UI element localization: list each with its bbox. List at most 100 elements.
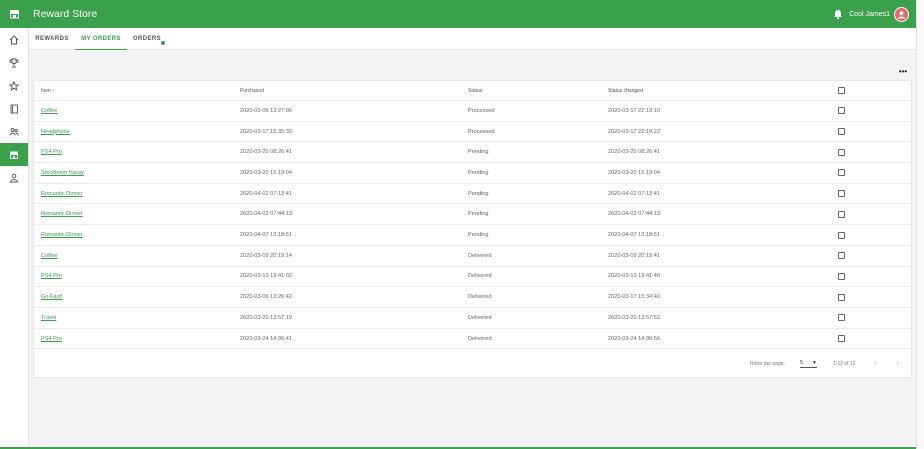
item-link[interactable]: Romantic Dinner [41,232,83,238]
item-link[interactable]: Coffee [41,108,57,114]
item-link[interactable]: Stockholm Vacay [41,170,84,176]
row-checkbox[interactable] [838,122,845,142]
status-cell: Delivered [468,294,492,301]
item-link[interactable]: PS4 Pro [41,149,62,155]
row-checkbox[interactable] [838,205,845,225]
status-cell: Pending [468,149,489,156]
chevron-left-icon[interactable]: ‹ [874,359,877,367]
status-cell: Delivered [468,314,492,321]
pagination-range: 1-12 of 12 [833,361,856,367]
status-cell: Delivered [468,252,492,259]
book-icon [10,104,18,113]
status-cell: Delivered [468,335,492,342]
purchased-cell: 2020-03-06 13:27:06 [240,107,292,114]
status-changed-cell: 2020-03-20 15:19:04 [608,169,660,176]
status-changed-cell: 2020-03-24 14:36:56 [608,335,660,342]
purchased-cell: 2020-03-06 13:26:42 [240,294,292,301]
avatar[interactable] [894,6,909,22]
tab-orders[interactable]: ORDERS [127,28,167,50]
row-checkbox[interactable] [838,225,845,245]
purchased-cell: 2020-03-24 14:36:41 [240,335,292,342]
purchased-cell: 2020-03-09 20:19:14 [240,252,292,259]
table-row: Travel 2020-03-20 13:57:19 Delivered 2020-0… [34,308,911,329]
purchased-cell: 2020-03-20 15:19:04 [240,169,292,176]
purchased-cell: 2020-04-02 07:12:41 [240,190,292,197]
row-checkbox[interactable] [838,184,845,204]
status-cell: Pending [468,169,489,176]
purchased-cell: 2020-03-20 13:57:19 [240,314,292,321]
table-row: Coffee 2020-03-06 13:27:06 Processed 2020-0… [34,101,911,122]
table-row: Stockholm Vacay 2020-03-20 15:19:04 Pendin… [34,163,911,184]
purchased-cell: 2020-03-17 15:35:39 [240,128,292,135]
table-header: Item ↑ Purchased Status Status changed [34,81,911,101]
item-link[interactable]: Headphone [41,129,70,135]
table-row: Romantic Dinner 2020-04-07 13:18:51 Pendin… [34,225,911,246]
app-title: Reward Store [33,8,98,20]
status-changed-cell: 2020-03-17 22:19:22 [608,128,660,135]
sidebar [0,28,29,447]
row-checkbox[interactable] [838,142,845,162]
row-checkbox[interactable] [838,308,845,328]
header-status[interactable]: Status [468,81,482,100]
item-link[interactable]: Romantic Dinner [41,211,83,217]
status-changed-cell: 2020-03-17 22:19:10 [608,107,660,114]
sidebar-item-library[interactable] [0,97,28,120]
store-icon [10,151,18,159]
sidebar-item-home[interactable] [0,28,28,51]
user-name[interactable]: Cool James1 [849,11,890,18]
rows-per-page-label: Rows per page: [750,361,786,367]
app-header: Reward Store Cool James1 [0,0,916,28]
star-icon [9,80,19,91]
row-checkbox[interactable] [838,163,845,183]
sidebar-item-achievements[interactable] [0,51,28,74]
scrollbar[interactable] [916,0,924,449]
header-status-changed[interactable]: Status changed [608,81,643,100]
status-changed-cell: 2020-04-03 07:44:13 [608,211,660,218]
table-row: Coffee 2020-03-09 20:19:14 Delivered 2020-0… [34,246,911,267]
home-icon [9,34,19,44]
status-cell: Pending [468,190,489,197]
table-row: Go Fast! 2020-03-06 13:26:42 Delivered 2020… [34,287,911,308]
orders-table: Item ↑ Purchased Status Status changed C… [34,81,911,377]
rows-per-page-select[interactable]: 5 ▼ [800,359,817,368]
team-icon [9,127,19,136]
item-link[interactable]: PS4 Pro [41,336,62,342]
sidebar-item-team[interactable] [0,120,28,143]
row-checkbox[interactable] [838,267,845,287]
tab-rewards[interactable]: REWARDS [29,28,75,50]
table-pagination: Rows per page: 5 ▼ 1-12 of 12 ‹ › [34,353,911,377]
header-purchased[interactable]: Purchased [240,81,264,100]
row-checkbox[interactable] [838,287,845,307]
table-row: PS4 Pro 2020-03-24 14:36:41 Delivered 2020-… [34,329,911,350]
item-link[interactable]: PS4 Pro [41,273,62,279]
item-link[interactable]: Travel [41,315,56,321]
purchased-cell: 2020-03-13 13:41:02 [240,273,292,280]
header-item[interactable]: Item ↑ [41,81,55,100]
storefront-icon[interactable] [0,0,28,28]
purchased-cell: 2020-03-20 08:26:41 [240,149,292,156]
purchased-cell: 2020-04-03 07:44:13 [240,211,292,218]
table-row: Romantic Dinner 2020-04-03 07:44:13 Pendin… [34,205,911,226]
sidebar-item-profile[interactable] [0,166,28,189]
tab-orders-label: ORDERS [132,36,162,42]
item-link[interactable]: Romantic Dinner [41,191,83,197]
row-checkbox[interactable] [838,101,845,121]
select-all-checkbox[interactable] [838,81,845,100]
status-changed-cell: 2020-04-02 07:12:41 [608,190,660,197]
chevron-right-icon[interactable]: › [896,359,899,367]
status-changed-cell: 2020-03-20 08:26:41 [608,149,660,156]
item-link[interactable]: Go Fast! [41,294,62,300]
tab-bar: REWARDS MY ORDERS ORDERS [29,28,916,50]
table-row: PS4 Pro 2020-03-13 13:41:02 Delivered 2020-… [34,267,911,288]
more-options-icon[interactable]: ••• [898,68,908,76]
tab-rewards-label: REWARDS [35,36,69,42]
sidebar-item-favorites[interactable] [0,74,28,97]
sidebar-item-store[interactable] [0,143,28,166]
item-link[interactable]: Coffee [41,253,57,259]
row-checkbox[interactable] [838,246,845,266]
status-changed-cell: 2020-03-09 20:19:41 [608,252,660,259]
bell-icon[interactable] [831,7,845,21]
row-checkbox[interactable] [838,329,845,349]
tab-my-orders[interactable]: MY ORDERS [75,28,127,50]
status-changed-cell: 2020-03-20 13:57:52 [608,314,660,321]
